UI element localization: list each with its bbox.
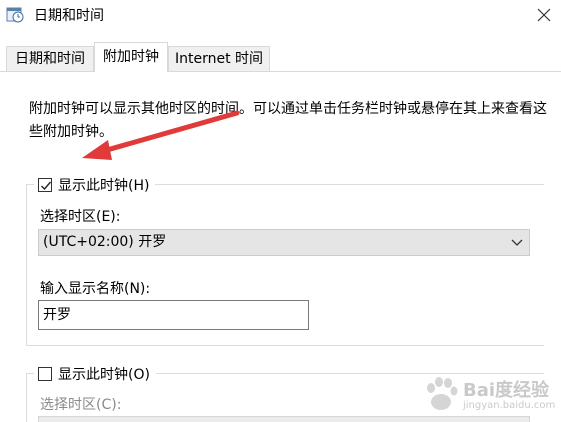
clock1-name-input[interactable]: 开罗 — [38, 300, 309, 330]
tab-additional-clocks[interactable]: 附加时钟 — [94, 42, 168, 72]
tab-strip: 日期和时间 附加时钟 Internet 时间 — [0, 42, 561, 72]
clock-calendar-icon — [6, 5, 24, 23]
clock2-show-checkbox[interactable] — [38, 367, 52, 381]
clock2-timezone-label: 选择时区(C): — [40, 397, 122, 413]
description-text: 附加时钟可以显示其他时区的时间。可以通过单击任务栏时钟或悬停在其上来查看这些附加… — [29, 101, 547, 140]
watermark: Bai度经验 jingyan.baidu.com — [423, 374, 556, 418]
tab-internet-time[interactable]: Internet 时间 — [168, 46, 270, 72]
title-bar: 日期和时间 — [0, 0, 561, 32]
clock2-show-checkbox-row[interactable]: 显示此时钟(O) — [34, 363, 156, 385]
close-icon — [537, 8, 551, 22]
close-button[interactable] — [527, 0, 561, 32]
checkmark-icon — [41, 181, 52, 191]
tab-date-time[interactable]: 日期和时间 — [6, 46, 94, 72]
clock1-timezone-select[interactable]: (UTC+02:00) 开罗 — [38, 229, 530, 256]
paw-icon — [427, 377, 458, 410]
clock1-name-label: 输入显示名称(N): — [40, 281, 151, 297]
clock1-show-checkbox-row[interactable]: 显示此时钟(H) — [34, 174, 156, 196]
clock1-show-checkbox[interactable] — [38, 178, 52, 192]
clock1-timezone-label: 选择时区(E): — [40, 209, 121, 225]
clock1-show-label: 显示此时钟(H) — [58, 178, 150, 194]
clock1-timezone-value: (UTC+02:00) 开罗 — [43, 234, 167, 250]
clock2-show-label: 显示此时钟(O) — [58, 367, 150, 383]
chevron-down-icon — [511, 239, 523, 246]
tab-divider — [0, 71, 561, 72]
watermark-text: Bai度经验 — [463, 380, 550, 401]
window-title: 日期和时间 — [34, 8, 104, 24]
watermark-url: jingyan.baidu.com — [463, 400, 556, 411]
